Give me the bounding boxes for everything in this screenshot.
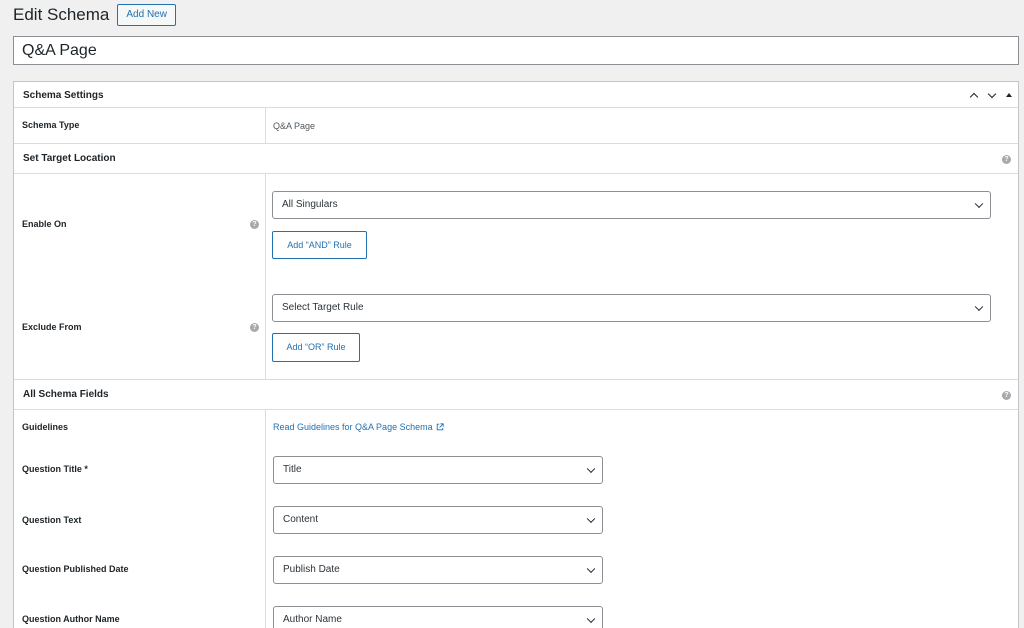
exclude-from-select[interactable]: Select Target Rule bbox=[272, 294, 991, 322]
column-divider bbox=[265, 410, 266, 628]
page-title: Edit Schema bbox=[13, 5, 110, 24]
guidelines-link[interactable]: Read Guidelines for Q&A Page Schema bbox=[273, 422, 444, 432]
schema-fields-body: Guidelines Read Guidelines for Q&A Page … bbox=[14, 410, 1018, 628]
question-published-date-select[interactable]: Publish Date bbox=[273, 556, 603, 584]
question-title-select[interactable]: Title bbox=[273, 456, 603, 484]
question-author-name-select[interactable]: Author Name bbox=[273, 606, 603, 628]
question-title-label: Question Title * bbox=[22, 464, 88, 474]
schema-type-row: Schema Type Q&A Page bbox=[14, 108, 1018, 144]
chevron-down-icon bbox=[987, 89, 997, 98]
chevron-down-icon bbox=[974, 199, 984, 209]
question-title-value: Title bbox=[283, 464, 302, 475]
schema-fields-title: All Schema Fields bbox=[23, 389, 109, 400]
question-author-name-label: Question Author Name bbox=[22, 614, 120, 624]
move-up-button[interactable] bbox=[969, 82, 979, 108]
schema-type-value: Q&A Page bbox=[273, 121, 316, 131]
question-title-text: Question Title bbox=[22, 464, 82, 474]
question-text-value: Content bbox=[283, 514, 319, 525]
add-and-rule-button[interactable]: Add “AND” Rule bbox=[272, 231, 367, 259]
help-icon[interactable]: ? bbox=[1002, 391, 1011, 400]
enable-on-value: All Singulars bbox=[282, 199, 338, 210]
chevron-up-icon bbox=[969, 92, 979, 101]
question-text-label: Question Text bbox=[22, 515, 82, 525]
toggle-panel-button[interactable] bbox=[1006, 82, 1012, 108]
schema-settings-box: Schema Settings Schema Type Q&A Page Set… bbox=[13, 81, 1019, 628]
collapse-triangle-icon bbox=[1006, 93, 1012, 97]
exclude-from-placeholder: Select Target Rule bbox=[282, 302, 364, 313]
question-text-select[interactable]: Content bbox=[273, 506, 603, 534]
target-rules-row: Enable On ? All Singulars Add “AND” Rule… bbox=[14, 174, 1018, 380]
add-new-button[interactable]: Add New bbox=[117, 4, 176, 26]
chevron-down-icon bbox=[586, 564, 596, 574]
question-published-date-label: Question Published Date bbox=[22, 564, 129, 574]
required-mark: * bbox=[84, 464, 88, 474]
page-header: Edit Schema Add New bbox=[13, 4, 176, 26]
guidelines-label: Guidelines bbox=[22, 422, 69, 432]
external-link-icon bbox=[436, 423, 444, 431]
column-divider bbox=[265, 108, 266, 143]
target-location-title: Set Target Location bbox=[23, 153, 116, 164]
help-icon[interactable]: ? bbox=[1002, 155, 1011, 164]
post-title-input[interactable]: Q&A Page bbox=[13, 36, 1019, 65]
column-divider bbox=[265, 174, 266, 379]
enable-on-label: Enable On bbox=[22, 219, 67, 229]
move-down-button[interactable] bbox=[987, 82, 997, 108]
add-or-rule-button[interactable]: Add “OR” Rule bbox=[272, 333, 360, 362]
chevron-down-icon bbox=[586, 464, 596, 474]
box-title: Schema Settings bbox=[23, 90, 104, 101]
guidelines-link-text: Read Guidelines for Q&A Page Schema bbox=[273, 422, 433, 432]
chevron-down-icon bbox=[974, 302, 984, 312]
chevron-down-icon bbox=[586, 514, 596, 524]
schema-fields-header: All Schema Fields ? bbox=[14, 380, 1018, 410]
question-author-name-value: Author Name bbox=[283, 614, 342, 625]
exclude-from-label: Exclude From bbox=[22, 322, 82, 332]
schema-type-label: Schema Type bbox=[22, 120, 80, 130]
target-location-header: Set Target Location ? bbox=[14, 144, 1018, 174]
box-header: Schema Settings bbox=[14, 82, 1018, 108]
help-icon[interactable]: ? bbox=[250, 220, 259, 229]
chevron-down-icon bbox=[586, 614, 596, 624]
help-icon[interactable]: ? bbox=[250, 323, 259, 332]
question-published-date-value: Publish Date bbox=[283, 564, 340, 575]
enable-on-select[interactable]: All Singulars bbox=[272, 191, 991, 219]
